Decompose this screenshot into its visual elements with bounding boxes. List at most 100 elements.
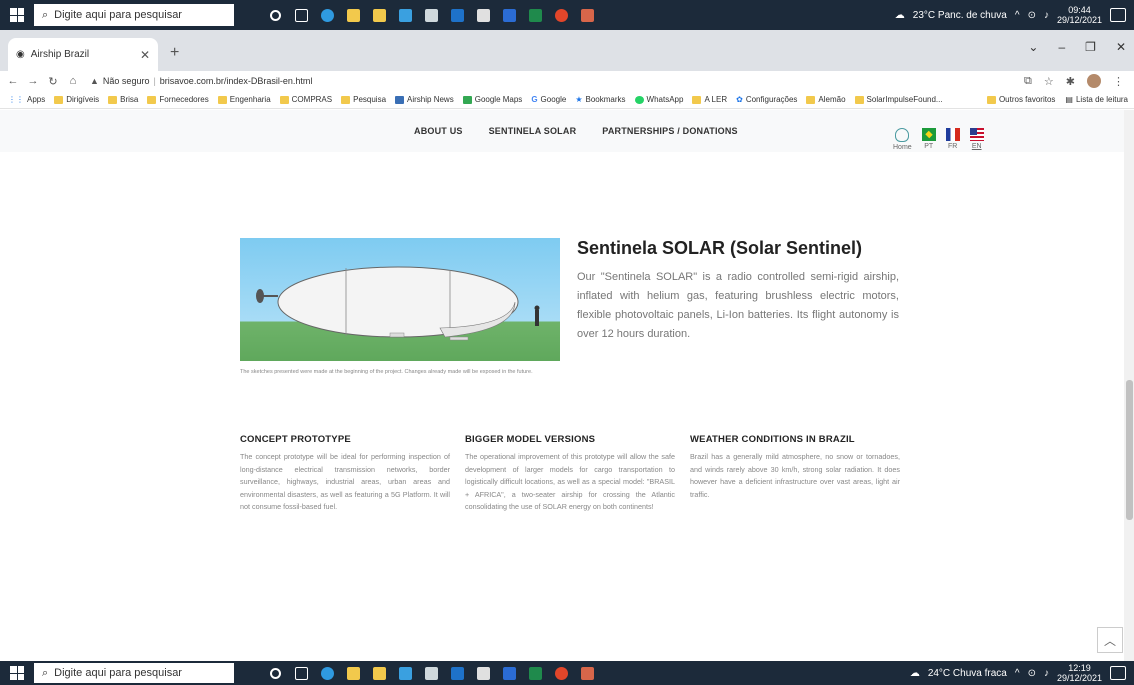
section-description: Our "Sentinela SOLAR" is a radio control… (577, 271, 899, 340)
store-icon[interactable] (368, 5, 390, 25)
excel-icon[interactable] (524, 663, 546, 683)
taskbar-search-box[interactable]: ⌕ Digite aqui para pesquisar (34, 663, 234, 683)
taskbar-bottom: ⌕ Digite aqui para pesquisar ☁ 24°C Chuv… (0, 661, 1134, 685)
share-icon[interactable]: ⧉ (1024, 75, 1032, 88)
bookmark-apps[interactable]: ⋮⋮ Apps (8, 95, 45, 104)
bookmark-star-icon[interactable]: ☆ (1044, 75, 1054, 88)
bookmark-folder[interactable]: Alemão (806, 95, 846, 104)
taskbar-weather[interactable]: 23°C Panc. de chuva (913, 10, 1007, 21)
taskbar-clock[interactable]: 09:44 29/12/2021 (1057, 5, 1102, 25)
nav-sentinela-solar[interactable]: SENTINELA SOLAR (489, 126, 577, 136)
start-button[interactable] (0, 661, 34, 685)
task-view-icon[interactable] (290, 5, 312, 25)
task-view-icon[interactable] (290, 663, 312, 683)
taskbar-weather[interactable]: 24°C Chuva fraca (928, 668, 1007, 679)
notepad-icon[interactable] (420, 5, 442, 25)
notification-icon[interactable] (1110, 8, 1126, 22)
bookmark-folder[interactable]: Fornecedores (147, 95, 209, 104)
store-icon[interactable] (368, 663, 390, 683)
taskbar-search-box[interactable]: ⌕ Digite aqui para pesquisar (34, 4, 234, 26)
tab-search-icon[interactable]: ⌄ (1028, 40, 1038, 54)
lang-en[interactable]: EN (969, 128, 984, 151)
menu-icon[interactable]: ⋮ (1113, 75, 1124, 88)
back-button[interactable]: ← (6, 75, 20, 87)
mail-icon[interactable] (394, 663, 416, 683)
notification-icon[interactable] (1110, 666, 1126, 680)
adobe-icon[interactable] (550, 663, 572, 683)
minimize-button[interactable]: – (1058, 40, 1065, 54)
profile-avatar[interactable] (1087, 74, 1101, 88)
volume-icon[interactable]: ♪ (1044, 10, 1049, 21)
other-bookmarks[interactable]: Outros favoritos (986, 95, 1055, 104)
column-text: The operational improvement of this prot… (465, 452, 675, 511)
bookmark-folder[interactable]: Engenharia (217, 95, 271, 104)
bookmark-folder[interactable]: SolarImpulseFound... (854, 95, 943, 104)
bookmark-link[interactable]: ★ Bookmarks (575, 95, 625, 104)
not-secure-icon: ▲ (90, 76, 99, 86)
network-icon[interactable]: ⊙ (1028, 10, 1036, 21)
taskbar-clock[interactable]: 12:19 29/12/2021 (1057, 663, 1102, 683)
tray-chevron-icon[interactable]: ^ (1015, 10, 1020, 21)
tab-airship-brazil[interactable]: ◉ Airship Brazil ✕ (8, 38, 158, 71)
reading-list[interactable]: ▤ Lista de leitura (1065, 95, 1128, 104)
start-button[interactable] (0, 0, 34, 30)
file-explorer-icon[interactable] (342, 5, 364, 25)
taskbar-date: 29/12/2021 (1056, 15, 1102, 25)
tray-chevron-icon[interactable]: ^ (1015, 668, 1020, 679)
outlook-icon[interactable] (446, 5, 468, 25)
close-window-button[interactable]: ✕ (1116, 40, 1126, 54)
app-icon[interactable] (576, 663, 598, 683)
extensions-icon[interactable]: ✱ (1066, 75, 1075, 88)
bookmark-link[interactable]: ✿ Configurações (736, 95, 797, 104)
bookmark-folder[interactable]: Dirigíveis (54, 95, 99, 104)
file-explorer-icon[interactable] (342, 663, 364, 683)
bookmark-link[interactable]: Airship News (395, 95, 454, 104)
bookmark-link[interactable]: Google Maps (462, 95, 522, 104)
tab-title: Airship Brazil (30, 49, 90, 60)
taskbar-time: 09:44 (1068, 5, 1091, 15)
nav-about-us[interactable]: ABOUT US (414, 126, 463, 136)
excel-icon[interactable] (524, 5, 546, 25)
word-icon[interactable] (498, 663, 520, 683)
windows-icon (10, 666, 24, 680)
bookmark-link[interactable]: WhatsApp (634, 95, 683, 104)
bookmark-folder[interactable]: COMPRAS (279, 95, 332, 104)
adobe-icon[interactable] (550, 5, 572, 25)
mail-icon[interactable] (394, 5, 416, 25)
url-field[interactable]: ▲ Não seguro | brisavoe.com.br/index-DBr… (90, 76, 312, 86)
pen-icon[interactable] (472, 5, 494, 25)
bookmark-folder[interactable]: A LER (692, 95, 727, 104)
weather-cloud-icon: ☁ (894, 9, 905, 21)
restore-button[interactable]: ❐ (1085, 40, 1096, 54)
home-link[interactable]: Home (893, 128, 912, 151)
network-icon[interactable]: ⊙ (1028, 668, 1036, 679)
whatsapp-icon (634, 95, 644, 104)
bookmark-folder[interactable]: Pesquisa (341, 95, 386, 104)
word-icon[interactable] (498, 5, 520, 25)
scrollbar-thumb[interactable] (1126, 380, 1133, 520)
chrome-icon[interactable] (316, 5, 338, 25)
bookmark-folder[interactable]: Brisa (108, 95, 138, 104)
nav-partnerships[interactable]: PARTNERSHIPS / DONATIONS (602, 126, 737, 136)
scroll-to-top-button[interactable]: ︿ (1097, 627, 1123, 653)
home-button[interactable]: ⌂ (66, 75, 80, 87)
new-tab-button[interactable]: + (170, 44, 179, 62)
web-page: ABOUT US SENTINELA SOLAR PARTNERSHIPS / … (0, 110, 1134, 661)
search-icon: ⌕ (42, 666, 49, 679)
app-icon[interactable] (576, 5, 598, 25)
pen-icon[interactable] (472, 663, 494, 683)
reload-button[interactable]: ↻ (46, 75, 60, 88)
notepad-icon[interactable] (420, 663, 442, 683)
lang-pt[interactable]: PT (921, 128, 936, 151)
star-icon: ★ (575, 95, 583, 104)
volume-icon[interactable]: ♪ (1044, 668, 1049, 679)
outlook-icon[interactable] (446, 663, 468, 683)
cortana-icon[interactable] (264, 5, 286, 25)
chrome-icon[interactable] (316, 663, 338, 683)
bookmark-link[interactable]: G Google (531, 95, 566, 104)
cortana-icon[interactable] (264, 663, 286, 683)
close-tab-icon[interactable]: ✕ (140, 48, 150, 62)
page-scrollbar[interactable] (1124, 110, 1134, 661)
lang-fr[interactable]: FR (945, 128, 960, 151)
forward-button[interactable]: → (26, 75, 40, 87)
